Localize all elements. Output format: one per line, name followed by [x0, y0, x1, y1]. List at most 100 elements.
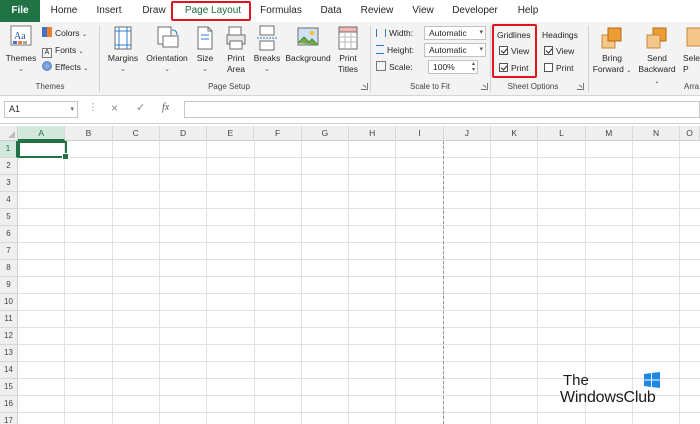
tab-page-layout[interactable]: Page Layout — [175, 0, 251, 22]
column-header-n[interactable]: N — [633, 126, 681, 141]
enter-icon[interactable]: ✓ — [136, 101, 145, 114]
row-header-4[interactable]: 4 — [0, 192, 18, 209]
orientation-button[interactable]: Orientation ⌄ — [144, 25, 190, 75]
column-header-f[interactable]: F — [255, 126, 302, 141]
selection-pane-button[interactable]: Sele P — [683, 25, 700, 75]
page-setup-launcher[interactable] — [361, 83, 368, 90]
formula-input[interactable] — [184, 101, 700, 118]
spinner-arrows-icon[interactable]: ▴ ▾ — [472, 61, 475, 73]
column-header-m[interactable]: M — [586, 126, 633, 141]
row-header-8[interactable]: 8 — [0, 260, 18, 277]
print-titles-button[interactable]: Print Titles — [334, 25, 362, 75]
tab-data[interactable]: Data — [312, 0, 350, 22]
headings-print-checkbox[interactable]: Print — [544, 61, 573, 75]
tab-formulas[interactable]: Formulas — [255, 0, 307, 22]
tab-help[interactable]: Help — [508, 0, 548, 22]
row-header-15[interactable]: 15 — [0, 379, 18, 396]
select-all-button[interactable] — [0, 126, 18, 141]
column-header-d[interactable]: D — [160, 126, 208, 141]
gridline-horizontal — [18, 259, 700, 260]
row-header-6[interactable]: 6 — [0, 226, 18, 243]
column-header-j[interactable]: J — [444, 126, 491, 141]
name-box[interactable]: A1 ▾ — [4, 101, 78, 118]
column-header-l[interactable]: L — [538, 126, 586, 141]
formula-bar: A1 ▾ ⋮ × ✓ fx — [0, 96, 700, 124]
checkbox-checked-icon — [544, 46, 553, 55]
print-titles-icon — [338, 26, 358, 50]
gridline-horizontal — [18, 361, 700, 362]
row-header-12[interactable]: 12 — [0, 328, 18, 345]
column-header-i[interactable]: I — [396, 126, 444, 141]
sheet-options-launcher[interactable] — [577, 83, 584, 90]
tab-developer[interactable]: Developer — [446, 0, 504, 22]
row-header-2[interactable]: 2 — [0, 158, 18, 175]
send-backward-button[interactable]: Send Backward ⌄ — [635, 25, 679, 88]
gridlines-view-checkbox[interactable]: View — [499, 44, 529, 58]
themes-button[interactable]: Aa Themes ⌄ — [4, 25, 38, 75]
tab-file[interactable]: File — [0, 0, 40, 22]
send-backward-label-2: Backward — [638, 64, 676, 74]
gridline-vertical — [395, 141, 397, 424]
background-icon — [297, 27, 319, 46]
fonts-button[interactable]: A Fonts ⌄ — [42, 43, 84, 58]
tab-insert[interactable]: Insert — [88, 0, 130, 22]
group-separator — [99, 26, 100, 92]
row-header-9[interactable]: 9 — [0, 277, 18, 294]
margins-button[interactable]: Margins ⌄ — [104, 25, 142, 75]
headings-view-checkbox[interactable]: View — [544, 44, 574, 58]
cancel-icon[interactable]: × — [111, 101, 118, 115]
gridline-horizontal — [18, 344, 700, 345]
column-header-k[interactable]: K — [491, 126, 539, 141]
gridlines-print-checkbox[interactable]: Print — [499, 61, 528, 75]
width-icon — [376, 29, 386, 37]
bring-forward-button[interactable]: Bring Forward ⌄ — [592, 25, 632, 77]
more-options-icon[interactable]: ⋮ — [88, 102, 98, 113]
row-header-1[interactable]: 1 — [0, 141, 18, 158]
column-header-bar: ABCDEFGHIJKLMNO — [0, 126, 700, 141]
background-button[interactable]: Background — [283, 25, 333, 64]
size-button[interactable]: Size ⌄ — [192, 25, 218, 75]
colors-button[interactable]: Colors ⌄ — [42, 26, 87, 40]
tab-home[interactable]: Home — [45, 0, 83, 22]
watermark-line-2: WindowsClub — [560, 389, 656, 406]
row-header-17[interactable]: 17 — [0, 413, 18, 424]
selection-pane-label-1: Sele — [683, 53, 700, 63]
column-header-o[interactable]: O — [680, 126, 700, 141]
tab-draw[interactable]: Draw — [134, 0, 174, 22]
row-header-5[interactable]: 5 — [0, 209, 18, 226]
column-header-g[interactable]: G — [302, 126, 350, 141]
row-header-3[interactable]: 3 — [0, 175, 18, 192]
effects-button[interactable]: Effects ⌄ — [42, 60, 88, 74]
breaks-button[interactable]: Breaks ⌄ — [252, 25, 282, 75]
ribbon-tab-bar: File Home Insert Draw Page Layout Formul… — [0, 0, 700, 22]
column-header-a[interactable]: A — [18, 126, 66, 141]
active-cell-a1[interactable] — [18, 141, 69, 160]
gridline-horizontal — [18, 293, 700, 294]
row-header-16[interactable]: 16 — [0, 396, 18, 413]
gridline-vertical — [158, 141, 160, 424]
gridline-vertical — [111, 141, 113, 424]
bring-forward-icon — [601, 27, 622, 49]
tab-review[interactable]: Review — [355, 0, 399, 22]
column-header-b[interactable]: B — [65, 126, 113, 141]
gridline-vertical — [348, 141, 350, 424]
height-dropdown[interactable]: Automatic ▾ — [424, 43, 486, 57]
print-area-label-2: Area — [227, 64, 245, 74]
gridline-vertical — [537, 141, 539, 424]
column-header-e[interactable]: E — [207, 126, 255, 141]
column-header-c[interactable]: C — [113, 126, 160, 141]
column-header-h[interactable]: H — [349, 126, 397, 141]
width-dropdown[interactable]: Automatic ▾ — [424, 26, 486, 40]
print-area-button[interactable]: Print Area — [222, 25, 250, 75]
scale-to-fit-launcher[interactable] — [481, 83, 488, 90]
page-break-line — [443, 141, 444, 424]
insert-function-icon[interactable]: fx — [162, 102, 169, 113]
row-header-13[interactable]: 13 — [0, 345, 18, 362]
scale-spinner[interactable]: 100% ▴ ▾ — [428, 60, 478, 74]
row-header-11[interactable]: 11 — [0, 311, 18, 328]
row-header-10[interactable]: 10 — [0, 294, 18, 311]
send-backward-icon — [646, 27, 667, 49]
tab-view[interactable]: View — [405, 0, 441, 22]
row-header-7[interactable]: 7 — [0, 243, 18, 260]
row-header-14[interactable]: 14 — [0, 362, 18, 379]
